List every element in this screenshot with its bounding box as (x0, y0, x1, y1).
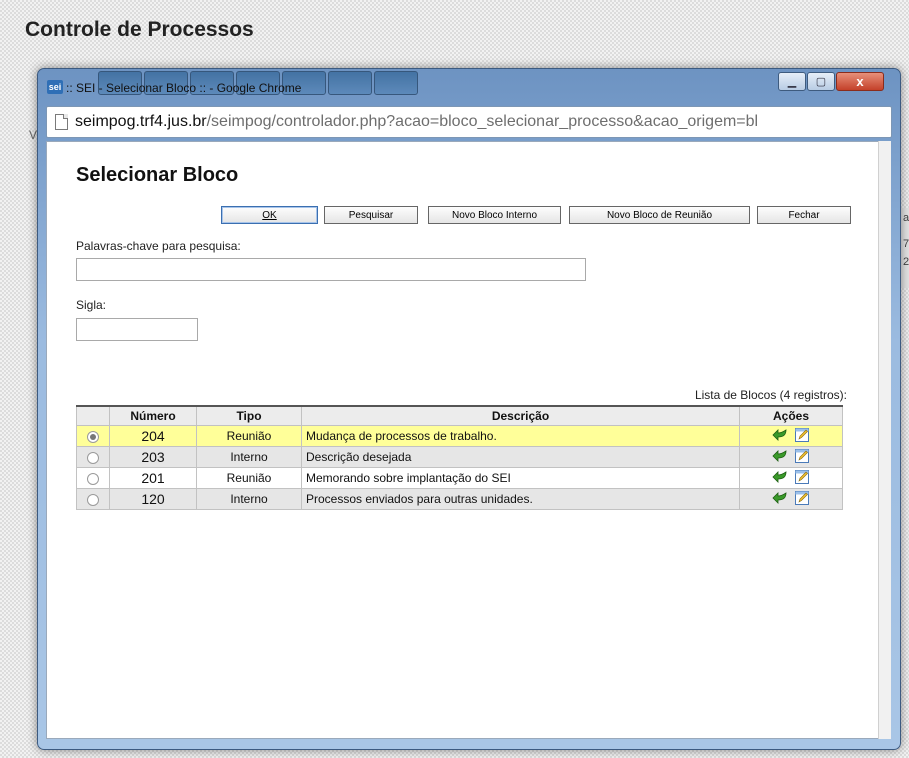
radio-button[interactable] (87, 451, 99, 464)
page-title: Controle de Processos (25, 18, 254, 41)
url-path: /seimpog/controlador.php?acao=bloco_sele… (206, 113, 759, 130)
window-title: :: SEI - Selecionar Bloco :: - Google Ch… (66, 81, 302, 95)
close-window-button[interactable]: x (836, 72, 884, 91)
cell-tipo: Reunião (196, 467, 302, 489)
column-header-descricao[interactable]: Descrição (301, 405, 740, 426)
cell-descricao: Processos enviados para outras unidades. (301, 488, 740, 510)
edit-icon[interactable] (794, 427, 810, 446)
background-fragment: 2 (903, 256, 909, 268)
fechar-button[interactable]: Fechar (757, 206, 851, 224)
radio-button[interactable] (87, 493, 99, 506)
select-arrow-icon[interactable] (772, 449, 788, 466)
cell-descricao: Descrição desejada (301, 446, 740, 468)
ok-button[interactable]: OK (221, 206, 318, 224)
edit-icon[interactable] (794, 448, 810, 467)
cell-numero: 203 (109, 446, 197, 468)
list-caption: Lista de Blocos (4 registros): (694, 388, 847, 402)
page-icon (55, 114, 68, 130)
cell-tipo: Interno (196, 446, 302, 468)
chrome-popup-window: sei :: SEI - Selecionar Bloco :: - Googl… (37, 68, 901, 750)
select-arrow-icon[interactable] (772, 428, 788, 445)
column-header-numero[interactable]: Número (109, 405, 197, 426)
table-row[interactable]: 204 Reunião Mudança de processos de trabal… (76, 425, 843, 447)
titlebar-decoration (328, 71, 372, 95)
background-fragment: a (903, 212, 909, 224)
blocks-table: Número Tipo Descrição Ações 204 Reunião Mu… (76, 405, 843, 510)
background-fragment: V (29, 128, 38, 142)
cell-descricao: Mudança de processos de trabalho. (301, 425, 740, 447)
cell-numero: 120 (109, 488, 197, 510)
edit-icon[interactable] (794, 469, 810, 488)
column-header-select (76, 405, 110, 426)
row-radio[interactable] (76, 488, 110, 510)
column-header-acoes: Ações (739, 405, 843, 426)
radio-button[interactable] (87, 430, 99, 443)
maximize-button[interactable]: ▢ (807, 72, 835, 91)
cell-numero: 201 (109, 467, 197, 489)
sei-logo-icon: sei (47, 80, 63, 94)
cell-tipo: Interno (196, 488, 302, 510)
table-row[interactable]: 203 Interno Descrição desejada (76, 446, 843, 468)
cell-descricao: Memorando sobre implantação do SEI (301, 467, 740, 489)
titlebar-decoration (374, 71, 418, 95)
select-arrow-icon[interactable] (772, 470, 788, 487)
dialog-heading: Selecionar Bloco (76, 164, 239, 186)
sigla-input[interactable] (76, 318, 198, 341)
cell-tipo: Reunião (196, 425, 302, 447)
sigla-label: Sigla: (76, 298, 107, 312)
row-radio[interactable] (76, 467, 110, 489)
url-host: seimpog.trf4.jus.br (75, 113, 207, 130)
pesquisar-button[interactable]: Pesquisar (324, 206, 418, 224)
search-input[interactable] (76, 258, 586, 281)
table-row[interactable]: 201 Reunião Memorando sobre implantação do… (76, 467, 843, 489)
cell-acoes (739, 467, 843, 489)
cell-acoes (739, 488, 843, 510)
radio-button[interactable] (87, 472, 99, 485)
search-label: Palavras-chave para pesquisa: (76, 239, 241, 253)
novo-bloco-interno-button[interactable]: Novo Bloco Interno (428, 206, 561, 224)
page-content: Selecionar Bloco OK Pesquisar Novo Bloco… (46, 141, 879, 739)
minimize-button[interactable]: ▁ (778, 72, 806, 91)
select-arrow-icon[interactable] (772, 491, 788, 508)
cell-acoes (739, 446, 843, 468)
address-bar[interactable]: seimpog.trf4.jus.br/seimpog/controlador.… (46, 106, 892, 138)
background-fragment: 7 (903, 238, 909, 250)
column-header-tipo[interactable]: Tipo (196, 405, 302, 426)
row-radio[interactable] (76, 446, 110, 468)
edit-icon[interactable] (794, 490, 810, 509)
table-row[interactable]: 120 Interno Processos enviados para outras… (76, 488, 843, 510)
row-radio[interactable] (76, 425, 110, 447)
scrollbar[interactable] (878, 141, 891, 739)
novo-bloco-reuniao-button[interactable]: Novo Bloco de Reunião (569, 206, 750, 224)
cell-acoes (739, 425, 843, 447)
cell-numero: 204 (109, 425, 197, 447)
